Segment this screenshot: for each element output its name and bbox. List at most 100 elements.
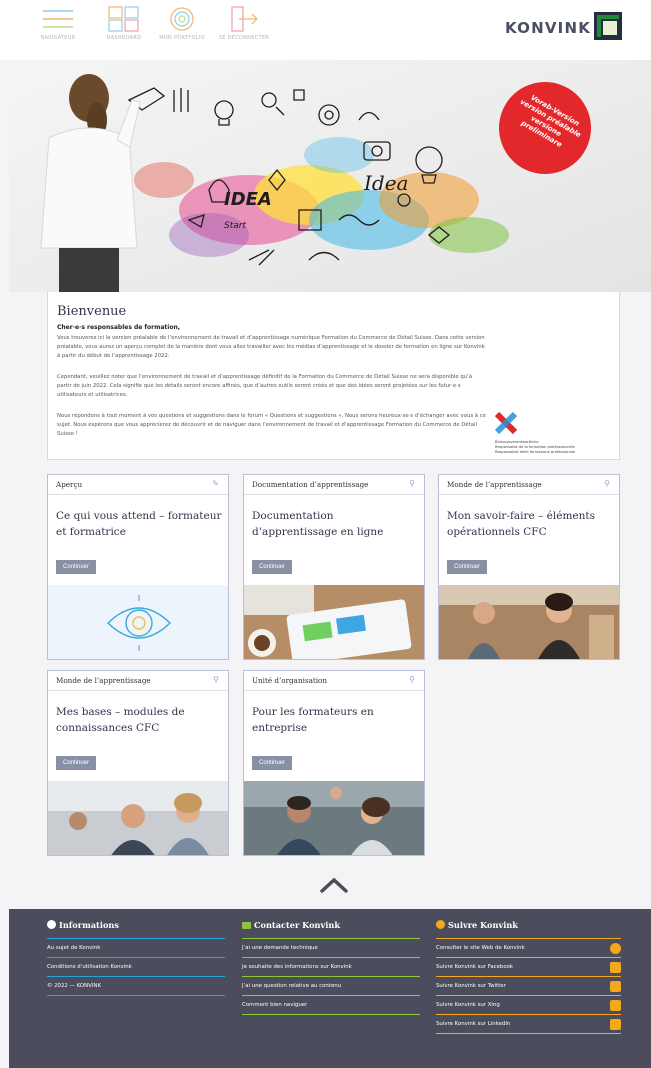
footer-link-label: Consulter le site Web de Konvink [436, 945, 525, 951]
card-image [48, 781, 228, 855]
partner-logo: Bildungsverantwortliche Responsable de l… [494, 411, 615, 455]
course-card[interactable]: Monde de l’apprentissage ⚲ Mon savoir-fa… [438, 474, 620, 660]
nav-label: MON PORTFOLIO [159, 35, 205, 41]
chevron-up-icon [320, 877, 348, 893]
welcome-paragraph: Cependant, veuillez noter que l’environn… [57, 374, 472, 399]
svg-text:Start: Start [224, 221, 246, 231]
partner-text: Bildungsverantwortliche Responsable de l… [495, 440, 575, 454]
card-category: Monde de l’apprentissage [48, 671, 228, 691]
footer-link[interactable]: Suivre Konvink sur Twitter [436, 977, 621, 996]
card-title[interactable]: Ce qui vous attend – formateur et format… [56, 509, 222, 540]
course-card[interactable]: Documentation d’apprentissage ⚲ Document… [243, 474, 425, 660]
high-five-photo [244, 781, 424, 855]
brand-wordmark[interactable]: KONVINK [505, 19, 591, 37]
facebook-icon[interactable] [610, 962, 621, 973]
page: NAVIGATEUR DASHBOARD MON PORTFOLIO SE DÉ… [0, 0, 651, 1068]
continue-button[interactable]: Continuer [56, 560, 97, 574]
continue-button[interactable]: Continuer [56, 756, 97, 770]
continue-button[interactable]: Continuer [252, 756, 293, 770]
nav-dashboard-button[interactable]: DASHBOARD [92, 6, 156, 41]
cross-logo-icon [494, 411, 518, 435]
hamburger-icon [43, 10, 73, 28]
nav-label: SE DÉCONNECTER [218, 35, 270, 41]
site-footer: Informations Au sujet de Konvink Conditi… [9, 909, 651, 1068]
course-card[interactable]: Unité d’organisation ⚲ Pour les formateu… [243, 670, 425, 856]
linkedin-icon[interactable] [610, 1019, 621, 1030]
mail-icon [242, 922, 251, 929]
footer-link[interactable]: Suivre Konvink sur LinkedIn [436, 1015, 621, 1034]
copyright: © 2022 — KONVINK [47, 977, 225, 996]
footer-link[interactable]: Suivre Konvink sur Facebook [436, 958, 621, 977]
footer-heading-label: Suivre Konvink [448, 920, 518, 930]
nav-portfolio-button[interactable]: MON PORTFOLIO [150, 6, 214, 41]
globe-icon [436, 920, 445, 929]
logout-icon [231, 6, 258, 32]
card-category: Unité d’organisation [244, 671, 424, 691]
footer-heading-label: Informations [59, 920, 119, 930]
footer-link[interactable]: J’ai une demande technique [242, 939, 420, 958]
desk-laptop-photo [244, 585, 424, 659]
nav-label: DASHBOARD [106, 35, 142, 41]
nav-navigator-button[interactable]: NAVIGATEUR [26, 6, 90, 41]
footer-link[interactable]: Suivre Konvink sur Xing [436, 996, 621, 1015]
nav-logout-button[interactable]: SE DÉCONNECTER [212, 6, 276, 41]
footer-column-informations: Informations Au sujet de Konvink Conditi… [47, 917, 225, 996]
footer-link-label: Suivre Konvink sur Facebook [436, 964, 514, 970]
top-header: NAVIGATEUR DASHBOARD MON PORTFOLIO SE DÉ… [0, 0, 651, 60]
card-title[interactable]: Documentation d’apprentissage en ligne [252, 509, 418, 540]
footer-heading: Informations [47, 917, 225, 939]
continue-button[interactable]: Continuer [447, 560, 488, 574]
office-team-photo [48, 781, 228, 855]
pin-icon[interactable]: ⚲ [409, 479, 415, 488]
pin-icon[interactable]: ⚲ [213, 675, 219, 684]
website-icon[interactable] [610, 943, 621, 954]
card-image [244, 585, 424, 659]
card-title[interactable]: Mes bases – modules de connaissances CFC [56, 705, 222, 736]
pin-icon[interactable]: ⚲ [604, 479, 610, 488]
footer-link-label: Suivre Konvink sur LinkedIn [436, 1021, 511, 1027]
xing-icon[interactable] [610, 1000, 621, 1011]
nav-label: NAVIGATEUR [40, 35, 76, 41]
dashboard-icon [108, 6, 139, 32]
continue-button[interactable]: Continuer [252, 560, 293, 574]
footer-column-contact: Contacter Konvink J’ai une demande techn… [242, 917, 420, 1015]
card-category: Monde de l’apprentissage [439, 475, 619, 495]
footer-link[interactable]: J’ai une question relative au contenu [242, 977, 420, 996]
scroll-top-button[interactable] [318, 875, 350, 895]
footer-heading: Contacter Konvink [242, 917, 420, 939]
footer-link[interactable]: Conditions d’utilisation Konvink [47, 958, 225, 977]
welcome-paragraph: Nous répondons à tout moment à vos quest… [57, 413, 486, 438]
footer-column-follow: Suivre Konvink Consulter le site Web de … [436, 917, 621, 1034]
welcome-greeting: Cher·e·s responsables de formation, [57, 324, 181, 331]
footer-link[interactable]: Au sujet de Konvink [47, 939, 225, 958]
konvink-logo[interactable] [594, 12, 622, 40]
footer-heading: Suivre Konvink [436, 917, 621, 939]
eye-illustration [106, 595, 172, 651]
welcome-panel: Bienvenue Cher·e·s responsables de forma… [47, 292, 620, 460]
footer-link-label: Suivre Konvink sur Twitter [436, 983, 506, 989]
card-title[interactable]: Mon savoir-faire – éléments opérationnel… [447, 509, 613, 540]
welcome-paragraph: Vous trouverez ici la version préalable … [57, 335, 485, 360]
svg-text:Idea: Idea [363, 171, 408, 195]
twitter-icon[interactable] [610, 981, 621, 992]
pin-icon[interactable]: ✎ [212, 479, 219, 488]
badge-text: Vorab-Version version préalable versione… [518, 93, 583, 149]
card-category: Aperçu [48, 475, 228, 495]
card-image [439, 585, 619, 659]
welcome-title: Bienvenue [57, 304, 127, 319]
pin-icon[interactable]: ⚲ [409, 675, 415, 684]
course-card[interactable]: Aperçu ✎ Ce qui vous attend – formateur … [47, 474, 229, 660]
footer-link[interactable]: Comment bien naviguer [242, 996, 420, 1015]
hero-banner: IDEA Idea Start Vorab-Version version pr… [9, 60, 651, 292]
footer-heading-label: Contacter Konvink [254, 920, 341, 930]
card-title[interactable]: Pour les formateurs en entreprise [252, 705, 418, 736]
footer-link[interactable]: Consulter le site Web de Konvink [436, 939, 621, 958]
card-category: Documentation d’apprentissage [244, 475, 424, 495]
course-card[interactable]: Monde de l’apprentissage ⚲ Mes bases – m… [47, 670, 229, 856]
info-icon [47, 920, 56, 929]
card-image [244, 781, 424, 855]
cafe-staff-photo [439, 585, 619, 659]
svg-text:IDEA: IDEA [224, 189, 272, 210]
card-image [48, 585, 228, 659]
footer-link[interactable]: Je souhaite des informations sur Konvink [242, 958, 420, 977]
